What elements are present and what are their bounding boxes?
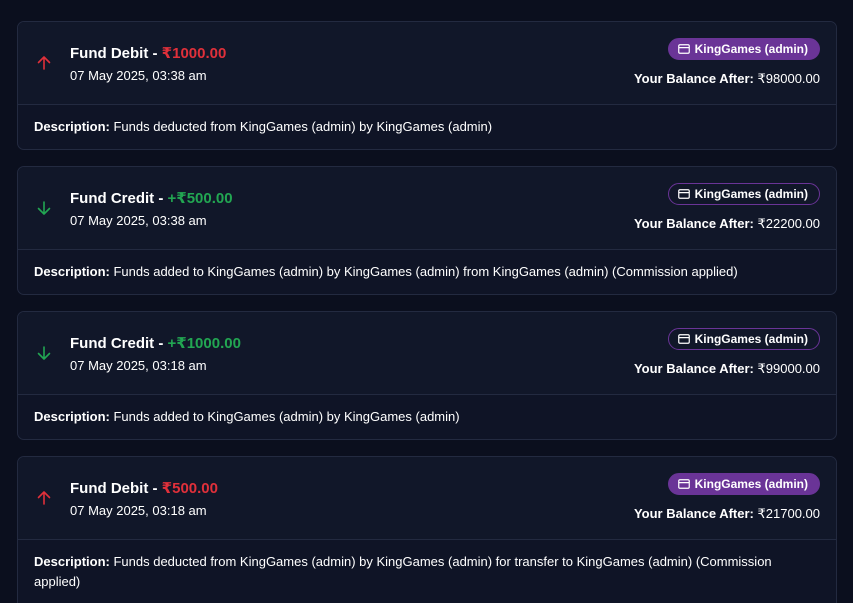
balance-after: Your Balance After: ₹22200.00 <box>634 216 820 232</box>
user-badge-label: KingGames (admin) <box>694 42 808 56</box>
transaction-header: Fund Debit - ₹1000.00 07 May 2025, 03:38… <box>18 22 836 105</box>
user-badge: KingGames (admin) <box>667 328 820 350</box>
transaction-title: Fund Debit - ₹500.00 <box>70 480 218 497</box>
transaction-list: Fund Debit - ₹1000.00 07 May 2025, 03:38… <box>0 0 853 603</box>
transaction-date: 07 May 2025, 03:38 am <box>70 213 207 228</box>
balance-after: Your Balance After: ₹99000.00 <box>634 361 820 377</box>
balance-label: Your Balance After: <box>633 506 754 521</box>
transaction-card: Fund Credit - +₹500.00 07 May 2025, 03:3… <box>17 166 837 295</box>
transaction-description: Description: Funds deducted from KingGam… <box>18 540 836 603</box>
description-text: Funds added to KingGames (admin) by King… <box>113 409 460 424</box>
transaction-card: Fund Debit - ₹1000.00 07 May 2025, 03:38… <box>17 21 837 150</box>
balance-label: Your Balance After: <box>633 216 754 231</box>
description-text: Funds deducted from KingGames (admin) by… <box>113 119 493 134</box>
arrow-down-icon <box>36 200 52 216</box>
transaction-type: Fund Credit <box>70 190 155 207</box>
transaction-card: Fund Debit - ₹500.00 07 May 2025, 03:18 … <box>17 456 837 603</box>
balance-value: ₹98000.00 <box>757 71 821 86</box>
transaction-header: Fund Credit - +₹1000.00 07 May 2025, 03:… <box>18 312 836 395</box>
description-text: Funds deducted from KingGames (admin) by… <box>34 554 772 589</box>
credit-card-icon <box>677 44 690 54</box>
balance-label: Your Balance After: <box>633 71 754 86</box>
transaction-description: Description: Funds added to KingGames (a… <box>18 395 836 439</box>
description-label: Description: <box>34 554 110 569</box>
user-badge-label: KingGames (admin) <box>694 477 808 491</box>
transaction-title: Fund Credit - +₹1000.00 <box>70 335 241 352</box>
transaction-date: 07 May 2025, 03:18 am <box>70 503 207 518</box>
balance-value: ₹21700.00 <box>757 506 821 521</box>
transaction-type: Fund Debit <box>70 480 149 497</box>
transaction-type: Fund Credit <box>70 335 155 352</box>
transaction-type: Fund Debit <box>70 45 149 62</box>
transaction-card: Fund Credit - +₹1000.00 07 May 2025, 03:… <box>17 311 837 440</box>
credit-card-icon <box>677 334 690 344</box>
credit-card-icon <box>677 479 690 489</box>
description-text: Funds added to KingGames (admin) by King… <box>113 264 738 279</box>
user-badge-label: KingGames (admin) <box>694 187 808 201</box>
arrow-down-icon <box>36 345 52 361</box>
transaction-amount: ₹500.00 <box>161 480 218 497</box>
description-label: Description: <box>34 409 110 424</box>
balance-value: ₹22200.00 <box>757 216 821 231</box>
arrow-up-icon <box>36 490 52 506</box>
user-badge-label: KingGames (admin) <box>694 332 808 346</box>
credit-card-icon <box>677 189 690 199</box>
transaction-amount: ₹1000.00 <box>161 45 227 62</box>
transaction-title: Fund Credit - +₹500.00 <box>70 190 233 207</box>
transaction-header: Fund Debit - ₹500.00 07 May 2025, 03:18 … <box>18 457 836 540</box>
balance-after: Your Balance After: ₹98000.00 <box>634 71 820 87</box>
transaction-date: 07 May 2025, 03:18 am <box>70 358 207 373</box>
transaction-date: 07 May 2025, 03:38 am <box>70 68 207 83</box>
user-badge: KingGames (admin) <box>667 38 820 60</box>
transaction-amount: +₹500.00 <box>167 190 233 207</box>
user-badge: KingGames (admin) <box>667 183 820 205</box>
arrow-up-icon <box>36 55 52 71</box>
balance-after: Your Balance After: ₹21700.00 <box>634 506 820 522</box>
balance-label: Your Balance After: <box>633 361 754 376</box>
transaction-description: Description: Funds deducted from KingGam… <box>18 105 836 149</box>
description-label: Description: <box>34 119 110 134</box>
user-badge: KingGames (admin) <box>667 473 820 495</box>
transaction-title: Fund Debit - ₹1000.00 <box>70 45 227 62</box>
transaction-header: Fund Credit - +₹500.00 07 May 2025, 03:3… <box>18 167 836 250</box>
transaction-amount: +₹1000.00 <box>167 335 241 352</box>
balance-value: ₹99000.00 <box>757 361 821 376</box>
transaction-description: Description: Funds added to KingGames (a… <box>18 250 836 294</box>
description-label: Description: <box>34 264 110 279</box>
